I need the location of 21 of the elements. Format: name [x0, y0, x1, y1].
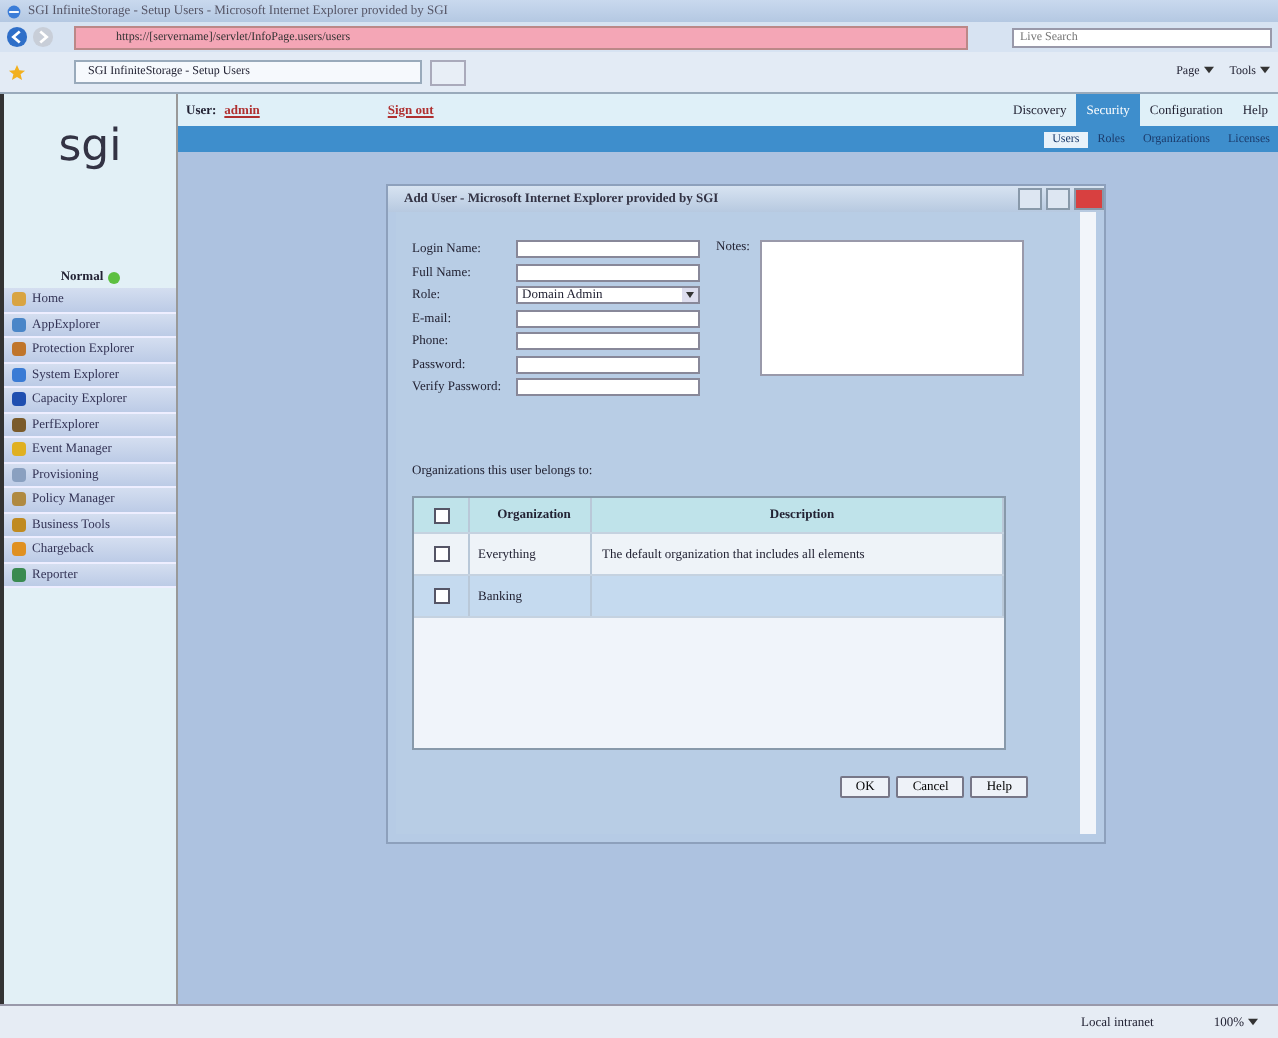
caret-icon — [1248, 1017, 1258, 1025]
input-field[interactable] — [516, 263, 700, 281]
back-icon[interactable] — [6, 26, 28, 48]
logo: sgi — [56, 122, 124, 176]
maximize-button[interactable] — [1046, 188, 1070, 210]
input-field[interactable] — [516, 332, 700, 350]
caret-icon — [1203, 66, 1214, 74]
caret-icon — [682, 288, 698, 302]
favorites-star-icon[interactable] — [8, 63, 26, 81]
caret-icon — [1260, 66, 1270, 74]
checkbox[interactable] — [433, 507, 449, 523]
new-tab-button[interactable] — [430, 59, 466, 85]
minimize-button[interactable] — [1018, 188, 1042, 210]
input-field[interactable] — [516, 240, 700, 258]
status-dot — [107, 271, 120, 283]
checkbox[interactable] — [433, 546, 449, 562]
password-field[interactable] — [516, 355, 700, 373]
checkbox[interactable] — [433, 588, 449, 604]
input-field[interactable] — [516, 309, 700, 327]
notes-field[interactable] — [760, 240, 1024, 376]
password-field[interactable] — [516, 378, 700, 396]
